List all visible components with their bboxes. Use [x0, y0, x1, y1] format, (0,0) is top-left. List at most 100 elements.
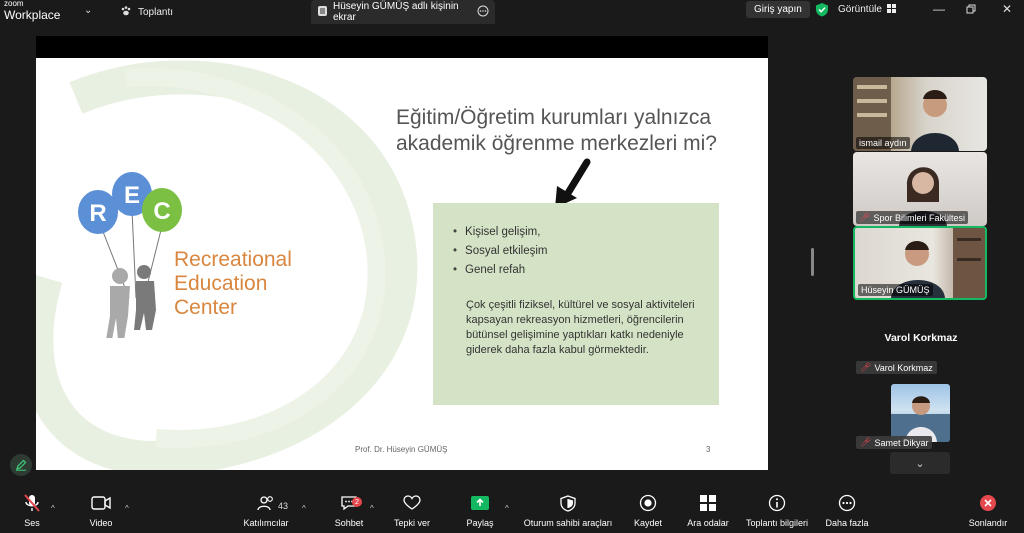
video-camera-icon: [91, 490, 111, 516]
screen-thumb-icon: [317, 5, 328, 20]
slide-page-number: 3: [706, 445, 711, 454]
brand-line2: Workplace: [4, 8, 61, 22]
meeting-label: Toplantı: [138, 6, 174, 18]
minimize-icon[interactable]: —: [930, 2, 948, 16]
chat-unread-badge: 2: [352, 497, 362, 507]
video-button[interactable]: Video: [84, 490, 118, 533]
view-label: Görüntüle: [838, 4, 882, 15]
participants-button[interactable]: Katılımcılar: [240, 490, 292, 533]
zoom-window: zoom Workplace ⌄ Toplantı Hüseyin GÜMÜŞ …: [0, 0, 1024, 533]
logo-text: Recreational Education Center: [174, 248, 292, 320]
more-button[interactable]: Daha fazla: [824, 490, 870, 533]
host-tools-label: Oturum sahibi araçları: [523, 518, 613, 528]
video-label: Video: [89, 518, 113, 528]
breakout-label: Ara odalar: [687, 518, 729, 528]
restore-icon[interactable]: [962, 2, 980, 16]
share-screen-button[interactable]: Paylaş: [466, 490, 494, 533]
mic-muted-icon: 🎤︎: [860, 362, 872, 372]
logo-letter-e: E: [124, 182, 140, 209]
heart-icon: [403, 490, 421, 516]
participants-count: 43: [278, 501, 289, 511]
participant-name: ismail aydın: [856, 137, 910, 149]
info-icon: [768, 490, 786, 516]
chat-label: Sohbet: [334, 518, 364, 528]
logo-line3: Center: [174, 296, 238, 319]
pen-icon: [16, 459, 27, 471]
chevron-up-icon[interactable]: ^: [370, 504, 374, 513]
chevron-up-icon[interactable]: ^: [51, 504, 55, 513]
view-button[interactable]: Görüntüle: [838, 1, 896, 18]
record-button[interactable]: Kaydet: [632, 490, 664, 533]
logo-letter-r: R: [89, 200, 106, 227]
chevron-up-icon[interactable]: ^: [125, 504, 129, 513]
end-label: Sonlandır: [968, 518, 1008, 528]
chevron-up-icon[interactable]: ^: [302, 504, 306, 513]
participant-name: 🎤︎ Spor Bilimleri Fakültesi: [856, 211, 968, 224]
slide-title: Eğitim/Öğretim kurumları yalnızca akadem…: [396, 105, 756, 157]
bullet-item: Kişisel gelişim,: [453, 223, 547, 242]
brand-line1: zoom: [4, 0, 24, 8]
zoom-logo: zoom Workplace: [4, 0, 60, 21]
title-line1: Eğitim/Öğretim kurumları yalnızca: [396, 106, 712, 129]
close-icon[interactable]: ✕: [998, 2, 1016, 16]
shield-icon: [560, 490, 576, 516]
end-meeting-button[interactable]: Sonlandır: [966, 490, 1010, 533]
grid-icon: [886, 3, 896, 16]
content-box: Kişisel gelişim, Sosyal etkileşim Genel …: [433, 203, 719, 405]
mic-off-icon: [23, 490, 41, 516]
panel-resize-handle[interactable]: [811, 248, 814, 276]
participants-icon: [257, 490, 275, 516]
chevron-up-icon[interactable]: ^: [505, 504, 509, 513]
video-tile-active-speaker[interactable]: Hüseyin GÜMÜŞ: [853, 226, 987, 300]
presentation-slide: R E C Recreational Education Center Eğit…: [36, 58, 768, 470]
more-label: Daha fazla: [825, 518, 869, 528]
bullet-list: Kişisel gelişim, Sosyal etkileşim Genel …: [453, 223, 547, 280]
title-bar: zoom Workplace ⌄ Toplantı Hüseyin GÜMÜŞ …: [0, 0, 1024, 26]
annotate-pen-button[interactable]: [10, 454, 32, 476]
scroll-down-button[interactable]: ⌄: [890, 452, 950, 474]
participant-photo: [891, 396, 950, 442]
logo-letter-c: C: [153, 198, 170, 225]
meeting-menu[interactable]: Toplantı: [120, 4, 173, 20]
shield-check-icon[interactable]: [815, 2, 829, 22]
participants-label: Katılımcılar: [243, 518, 289, 528]
panel-heading: Varol Korkmaz: [884, 332, 958, 344]
mic-muted-icon: 🎤︎: [860, 437, 872, 447]
title-line2: akademik öğrenme merkezleri mi?: [396, 132, 717, 155]
chat-button[interactable]: Sohbet: [333, 490, 365, 533]
participant-thumbnail[interactable]: [891, 384, 950, 442]
meeting-info-button[interactable]: Toplantı bilgileri: [744, 490, 810, 533]
signin-button[interactable]: Giriş yapın: [746, 1, 810, 18]
share-label: Paylaş: [466, 518, 494, 528]
audio-button[interactable]: Ses: [16, 490, 48, 533]
video-tile[interactable]: 🎤︎ Spor Bilimleri Fakültesi: [853, 152, 987, 226]
participant-name-varol: 🎤︎ Varol Korkmaz: [856, 361, 937, 374]
info-label: Toplantı bilgileri: [745, 518, 809, 528]
participant-name: Hüseyin GÜMÜŞ: [858, 284, 933, 296]
record-label: Kaydet: [633, 518, 663, 528]
meeting-toolbar: Ses ^ Video ^ Katılımcılar 43 ^ Sohbet 2…: [0, 490, 1024, 533]
end-call-icon: [979, 490, 997, 516]
bullet-item: Sosyal etkileşim: [453, 242, 547, 261]
paw-icon: [120, 5, 132, 20]
reactions-button[interactable]: Tepki ver: [392, 490, 432, 533]
video-tile[interactable]: ismail aydın: [853, 77, 987, 151]
host-tools-button[interactable]: Oturum sahibi araçları: [522, 490, 614, 533]
more-options-icon[interactable]: [477, 5, 489, 20]
reactions-label: Tepki ver: [393, 518, 430, 528]
breakout-rooms-button[interactable]: Ara odalar: [686, 490, 730, 533]
slide-paragraph: Çok çeşitli fiziksel, kültürel ve sosyal…: [466, 299, 695, 356]
record-icon: [639, 490, 657, 516]
mic-muted-icon: 🎤︎: [859, 212, 871, 222]
shared-screen: R E C Recreational Education Center Eğit…: [36, 36, 768, 470]
more-dots-icon: [838, 490, 856, 516]
share-tab-label: Hüseyin GÜMÜŞ adlı kişinin ekrar: [333, 1, 459, 23]
breakout-rooms-icon: [699, 490, 717, 516]
logo-line2: Education: [174, 272, 268, 295]
participant-name-samet: 🎤︎ Samet Dikyar: [856, 436, 933, 449]
logo-line1: Recreational: [174, 248, 292, 271]
share-screen-icon: [470, 490, 490, 516]
share-tab[interactable]: Hüseyin GÜMÜŞ adlı kişinin ekrar: [311, 0, 495, 24]
bullet-item: Genel refah: [453, 261, 547, 280]
chevron-down-icon[interactable]: ⌄: [84, 5, 92, 16]
